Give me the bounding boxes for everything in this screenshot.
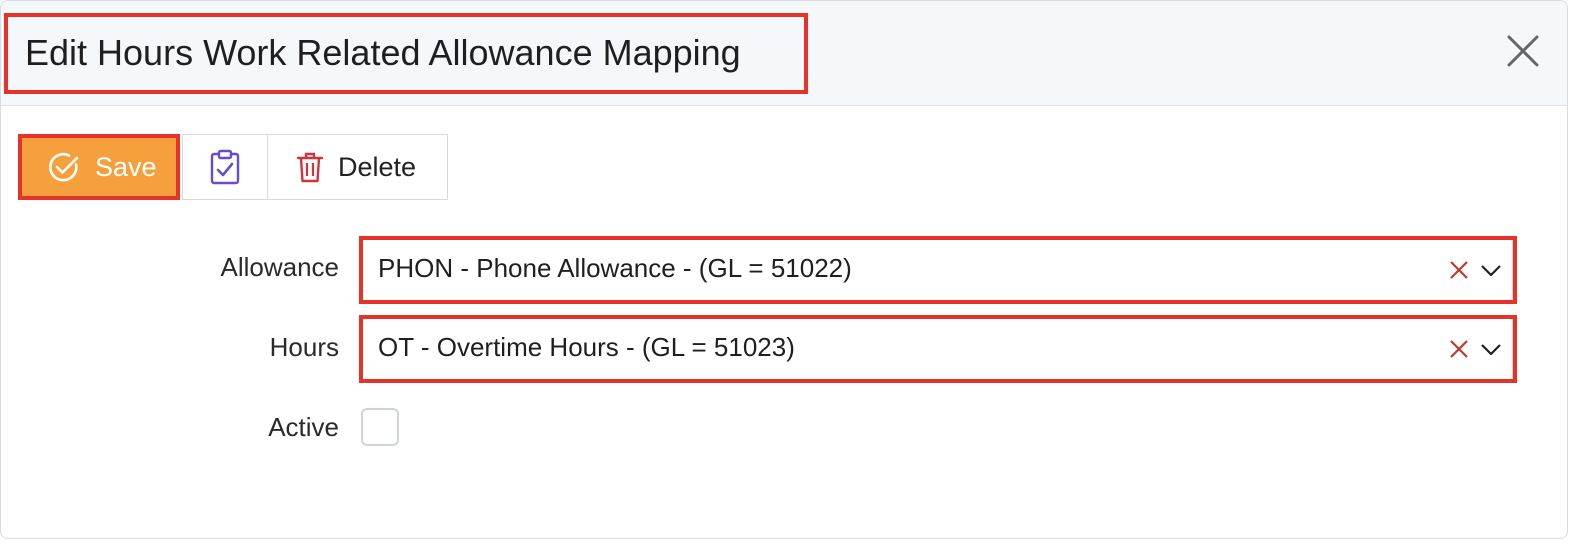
allowance-select[interactable]: PHON - Phone Allowance - (GL = 51022) <box>361 238 1513 302</box>
hours-label: Hours <box>269 332 339 362</box>
save-button[interactable]: Save <box>21 137 178 197</box>
check-circle-icon <box>48 152 79 182</box>
hours-select[interactable]: OT - Overtime Hours - (GL = 51023) <box>361 317 1513 381</box>
trash-icon <box>296 152 324 183</box>
chevron-down-icon[interactable] <box>1480 340 1502 358</box>
delete-label: Delete <box>338 151 417 182</box>
clipboard-button[interactable] <box>182 134 268 200</box>
edit-mapping-dialog: Edit Hours Work Related Allowance Mappin… <box>0 0 1568 539</box>
chevron-down-icon[interactable] <box>1480 261 1502 279</box>
allowance-clear-icon[interactable] <box>1448 259 1470 281</box>
clipboard-check-icon <box>210 149 240 185</box>
allowance-label: Allowance <box>220 252 339 282</box>
close-button[interactable] <box>1503 31 1543 71</box>
delete-button[interactable]: Delete <box>267 134 448 200</box>
allowance-value: PHON - Phone Allowance - (GL = 51022) <box>378 253 852 283</box>
active-label: Active <box>268 412 339 442</box>
close-icon <box>1507 35 1539 67</box>
hours-clear-icon[interactable] <box>1448 338 1470 360</box>
title-highlight <box>4 13 808 94</box>
hours-value: OT - Overtime Hours - (GL = 51023) <box>378 332 795 362</box>
save-label: Save <box>95 151 157 182</box>
dialog-header: Edit Hours Work Related Allowance Mappin… <box>1 1 1567 106</box>
active-checkbox[interactable] <box>361 408 399 446</box>
